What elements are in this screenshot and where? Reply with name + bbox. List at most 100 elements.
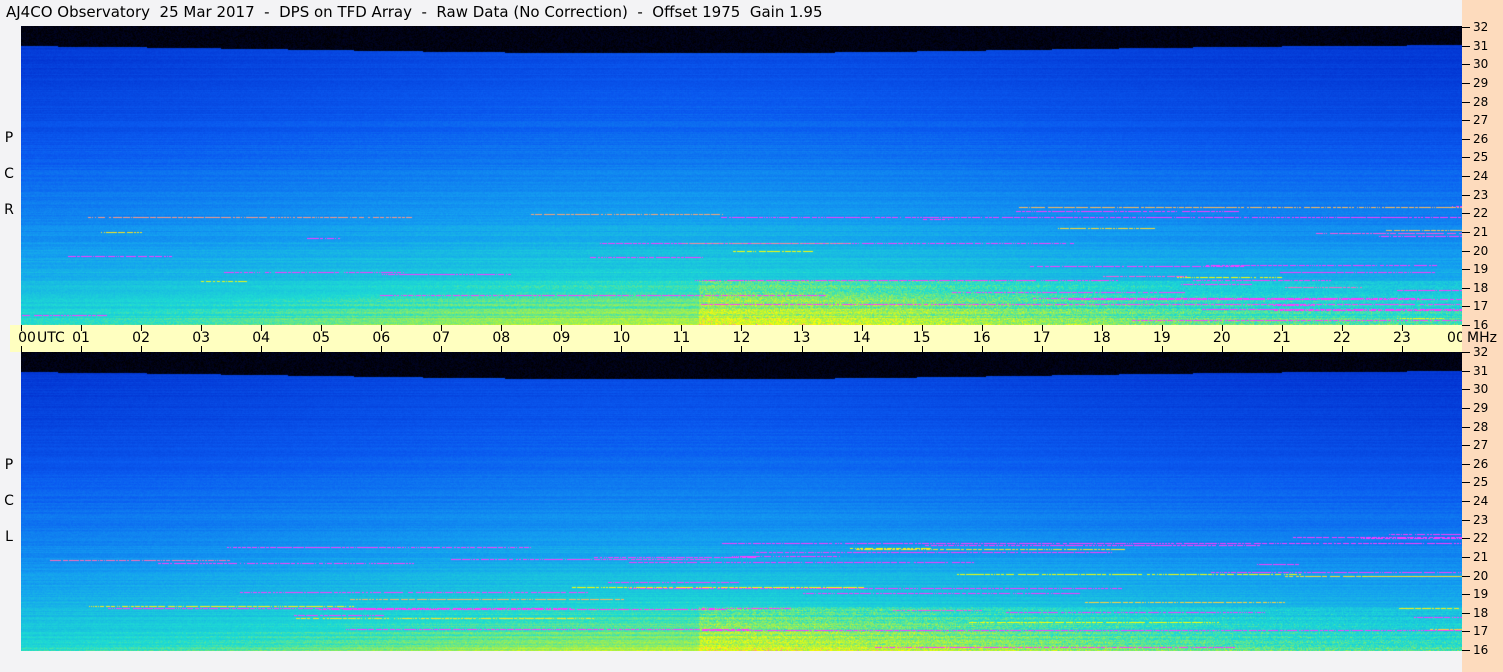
lcp-label-letter: P [4, 457, 14, 473]
y-tick-label: 19 [1473, 262, 1489, 277]
y-tick-label: 31 [1473, 38, 1489, 53]
x-tick-mark [921, 346, 923, 352]
y-axis-label: MHz [1467, 330, 1497, 346]
lcp-label-letter: L [5, 529, 13, 545]
y-tick-label: 24 [1473, 169, 1489, 183]
x-tick-label: 03 [192, 330, 211, 346]
y-tick-mark [1462, 194, 1470, 196]
x-tick-mark [1041, 346, 1043, 352]
x-tick-label: 08 [492, 330, 511, 346]
y-tick-mark [1462, 482, 1470, 484]
x-tick-mark [681, 346, 683, 352]
y-tick-label: 27 [1473, 438, 1489, 453]
y-tick-label: 26 [1473, 456, 1489, 471]
y-tick-mark [1462, 27, 1470, 28]
lcp-spectrogram [21, 352, 1462, 651]
y-tick-mark [1462, 306, 1470, 308]
x-tick-mark [441, 346, 443, 352]
x-tick-mark [381, 346, 383, 352]
x-tick-label: 19 [1152, 330, 1171, 346]
y-tick-label: 32 [1473, 20, 1489, 34]
y-tick-mark [1462, 650, 1470, 651]
y-tick-label: 30 [1473, 57, 1489, 72]
y-tick-mark [1462, 612, 1470, 614]
y-tick-label: 21 [1473, 549, 1489, 564]
y-tick-label: 28 [1473, 94, 1489, 109]
y-tick-mark [1462, 176, 1470, 177]
y-tick-mark [1462, 389, 1470, 391]
rcp-label-letter: P [4, 130, 14, 146]
x-tick-label: 16 [972, 330, 991, 346]
x-tick-mark [1341, 346, 1343, 352]
y-tick-mark [1462, 45, 1470, 47]
y-tick-mark [1462, 101, 1470, 103]
y-tick-mark [1462, 426, 1470, 428]
y-tick-label: 30 [1473, 382, 1489, 397]
y-tick-mark [1462, 463, 1470, 465]
y-tick-mark [1462, 631, 1470, 633]
x-tick-mark [321, 346, 323, 352]
x-tick-label: 13 [792, 330, 811, 346]
y-tick-label: 25 [1473, 150, 1489, 165]
x-tick-label: 20 [1212, 330, 1231, 346]
x-tick-mark [621, 346, 623, 352]
y-tick-label: 27 [1473, 113, 1489, 128]
rcp-label-letter: R [4, 202, 14, 218]
y-tick-label: 29 [1473, 400, 1489, 415]
x-tick-mark [561, 346, 563, 352]
y-tick-mark [1462, 287, 1470, 289]
x-tick-label: 07 [432, 330, 451, 346]
x-tick-mark [1281, 346, 1283, 352]
x-tick-label: 23 [1392, 330, 1411, 346]
x-tick-mark [201, 346, 203, 352]
x-tick-label: 11 [672, 330, 691, 346]
x-tick-mark [141, 346, 143, 352]
x-axis-label: UTC [37, 330, 65, 346]
y-tick-label: 29 [1473, 75, 1489, 90]
y-tick-mark [1462, 501, 1470, 502]
rcp-spectrogram [21, 26, 1462, 325]
x-tick-label: 21 [1272, 330, 1291, 346]
y-tick-label: 18 [1473, 280, 1489, 295]
x-tick-mark [1401, 346, 1403, 352]
x-tick-label: 15 [912, 330, 931, 346]
x-tick-label: 22 [1332, 330, 1351, 346]
y-tick-mark [1462, 82, 1470, 84]
x-tick-mark [21, 346, 22, 352]
y-tick-label: 16 [1473, 643, 1489, 657]
y-tick-label: 31 [1473, 363, 1489, 378]
x-tick-mark [741, 346, 743, 352]
x-tick-label: 01 [72, 330, 90, 346]
y-tick-label: 26 [1473, 131, 1489, 146]
x-tick-mark [861, 346, 863, 352]
y-tick-label: 20 [1473, 568, 1489, 583]
x-tick-mark [1221, 346, 1223, 352]
y-tick-label: 24 [1473, 494, 1489, 508]
x-tick-mark [261, 346, 263, 352]
x-tick-label: 05 [312, 330, 331, 346]
y-tick-label: 17 [1473, 299, 1489, 314]
y-tick-label: 22 [1473, 206, 1489, 221]
y-tick-mark [1462, 352, 1470, 353]
y-tick-mark [1462, 538, 1470, 540]
chart-title: AJ4CO Observatory 25 Mar 2017 - DPS on T… [6, 3, 823, 21]
x-tick-label: 10 [612, 330, 631, 346]
y-tick-mark [1462, 445, 1470, 447]
y-tick-label: 25 [1473, 475, 1489, 490]
y-tick-mark [1462, 157, 1470, 159]
x-tick-mark [1161, 346, 1163, 352]
lcp-label-letter: C [4, 493, 14, 509]
y-tick-label: 28 [1473, 419, 1489, 434]
y-tick-mark [1462, 407, 1470, 409]
x-tick-label: 06 [372, 330, 391, 346]
y-tick-mark [1462, 250, 1470, 252]
x-tick-label: 02 [132, 330, 150, 346]
y-tick-label: 20 [1473, 243, 1489, 258]
y-tick-mark [1462, 556, 1470, 558]
x-tick-mark [801, 346, 803, 352]
y-tick-mark [1462, 213, 1470, 215]
time-axis: 01 02 03 04 05 06 07 08 09 10 11 12 13 14 15 16 17 18 19 20… [10, 325, 1472, 352]
y-tick-mark [1462, 519, 1470, 521]
y-tick-label: 21 [1473, 224, 1489, 239]
y-tick-mark [1462, 575, 1470, 577]
